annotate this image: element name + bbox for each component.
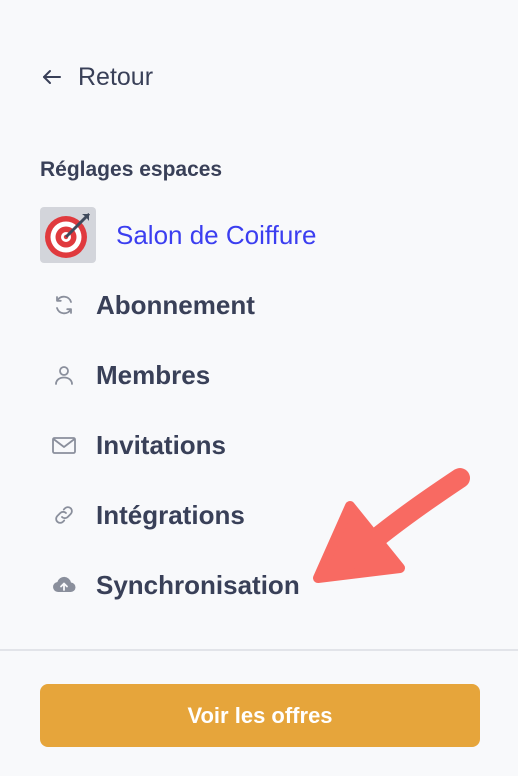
user-icon (48, 359, 80, 391)
menu-item-invitations[interactable]: Invitations (48, 425, 226, 465)
space-link[interactable]: Salon de Coiffure (40, 207, 316, 263)
refresh-icon (48, 289, 80, 321)
cloud-upload-icon (48, 569, 80, 601)
menu-item-abonnement[interactable]: Abonnement (48, 285, 255, 325)
menu-item-label: Synchronisation (96, 569, 300, 600)
voir-les-offres-button[interactable]: Voir les offres (40, 684, 480, 747)
menu-item-integrations[interactable]: Intégrations (48, 495, 245, 535)
menu-item-label: Intégrations (96, 499, 245, 530)
link-icon (48, 499, 80, 531)
space-name: Salon de Coiffure (116, 219, 317, 250)
target-dart-icon (40, 207, 96, 263)
arrow-left-icon (40, 65, 64, 89)
divider (0, 649, 518, 651)
back-link[interactable]: Retour (40, 60, 153, 94)
menu-item-label: Membres (96, 359, 211, 390)
menu-item-label: Invitations (96, 429, 227, 460)
back-label: Retour (78, 62, 154, 91)
menu-item-label: Abonnement (96, 289, 255, 320)
section-title: Réglages espaces (40, 158, 223, 181)
menu-item-membres[interactable]: Membres (48, 355, 210, 395)
mail-icon (48, 429, 80, 461)
annotation-arrow-icon (313, 468, 470, 583)
menu-item-synchronisation[interactable]: Synchronisation (48, 565, 300, 605)
